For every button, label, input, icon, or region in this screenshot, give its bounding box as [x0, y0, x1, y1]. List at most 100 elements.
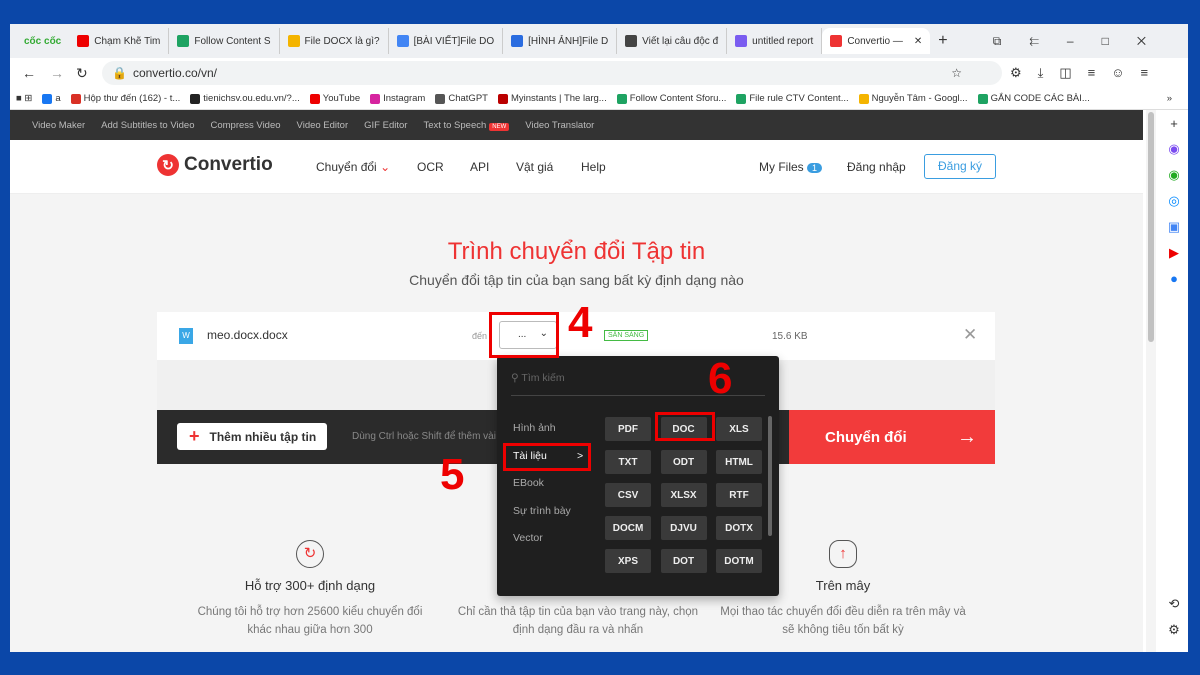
format-option[interactable]: DOCM [605, 516, 651, 540]
page-scrollbar[interactable] [1146, 110, 1156, 652]
game-icon[interactable]: ◉ [1168, 167, 1179, 183]
convert-button[interactable]: Chuyển đổi → [789, 410, 995, 464]
history-icon[interactable]: ⟲ [1169, 596, 1180, 612]
nav-my-files[interactable]: My Files 1 [759, 160, 823, 174]
format-option[interactable]: DJVU [660, 516, 707, 540]
apps-icon[interactable]: ■ ⊞ [16, 93, 32, 104]
format-option[interactable]: DOT [660, 549, 707, 573]
nav-api[interactable]: API [470, 160, 489, 174]
dropdown-scrollbar[interactable] [768, 416, 772, 536]
to-label: đến [472, 331, 488, 341]
browser-tab[interactable]: Chạm Khẽ Tim [69, 28, 170, 54]
format-option[interactable]: XPS [605, 549, 651, 573]
youtube-icon[interactable]: ▶ [1169, 245, 1179, 261]
toolbar-link[interactable]: Text to Speech NEW [423, 120, 510, 131]
format-option[interactable]: TXT [605, 450, 651, 474]
browser-tab[interactable]: Follow Content S [169, 28, 280, 54]
settings-icon[interactable]: ⚙ [1168, 622, 1180, 638]
format-option[interactable]: RTF [716, 483, 762, 507]
toolbar-link[interactable]: Video Translator [525, 120, 594, 131]
bookmark-item[interactable]: GẮN CODE CÁC BÀI... [977, 93, 1090, 104]
search-placeholder: Tìm kiếm [521, 372, 565, 384]
back-icon[interactable]: ← [22, 65, 36, 81]
tab-favicon-icon [177, 35, 190, 47]
bookmark-item[interactable]: YouTube [309, 93, 360, 104]
reload-icon[interactable]: ↻ [76, 65, 88, 82]
format-option[interactable]: PDF [605, 417, 651, 441]
category-item[interactable]: Vector [513, 532, 543, 544]
browser-tab[interactable]: untitled report [727, 28, 823, 54]
convertio-page: Video Maker Add Subtitles to Video Compres… [10, 110, 1143, 652]
close-tab-icon[interactable]: ✕ [914, 36, 922, 47]
format-option[interactable]: ODT [660, 450, 707, 474]
add-icon[interactable]: + [1170, 116, 1178, 131]
zalo-icon[interactable]: ◎ [1168, 193, 1179, 209]
toolbar-link[interactable]: Video Editor [297, 120, 349, 131]
browser-logo[interactable]: cốc cốc [16, 28, 69, 54]
toolbar-link[interactable]: Compress Video [210, 120, 280, 131]
browser-tab[interactable]: Viết lại câu độc đ [617, 28, 728, 54]
browser-tab[interactable]: [BÀI VIẾT]File DO [389, 28, 504, 54]
tab-title: Chạm Khẽ Tim [94, 35, 161, 47]
add-more-files-button[interactable]: + Thêm nhiều tập tin [177, 423, 327, 450]
bookmark-favicon-icon [435, 93, 446, 104]
annotation-box-6 [655, 412, 715, 441]
bookmark-item[interactable]: ChatGPT [435, 93, 488, 104]
bookmark-item[interactable]: a [42, 93, 61, 104]
bookmark-item[interactable]: Nguyễn Tâm - Googl... [858, 93, 968, 104]
bookmark-label: a [55, 93, 61, 104]
format-option[interactable]: HTML [716, 450, 762, 474]
convertio-logo[interactable]: ↻ Convertio [157, 154, 273, 176]
bookmark-item[interactable]: File rule CTV Content... [736, 93, 849, 104]
tab-title: File DOCX là gì? [304, 35, 380, 47]
format-option[interactable]: XLS [716, 417, 762, 441]
toolbar-link[interactable]: Add Subtitles to Video [101, 120, 194, 131]
url-input[interactable]: 🔒 convertio.co/vn/ ☆ [102, 61, 1002, 85]
browser-sidebar: + ◉ ◉ ◎ ▣ ▶ ● ⟲ ⚙ [1160, 110, 1188, 652]
star-icon[interactable]: ☆ [951, 66, 962, 80]
format-option[interactable]: DOTX [716, 516, 762, 540]
toolbar-link[interactable]: GIF Editor [364, 120, 407, 131]
category-item[interactable]: Sự trình bày [513, 505, 571, 517]
bookmark-favicon-icon [977, 93, 988, 104]
format-option[interactable]: DOTM [716, 549, 762, 573]
browser-tab[interactable]: File DOCX là gì? [280, 28, 389, 54]
address-bar-row: ← → ↻ 🔒 convertio.co/vn/ ☆ ⚙⤓◫≡☺≡ [10, 58, 1188, 88]
bookmark-item[interactable]: tienichsv.ou.edu.vn/?... [190, 93, 300, 104]
bookmark-label: tienichsv.ou.edu.vn/?... [203, 93, 300, 104]
nav-convert[interactable]: Chuyển đổi ⌄ [316, 160, 390, 174]
window-controls[interactable]: ⧉⇇–□✕ [993, 34, 1174, 49]
tab-title: untitled report [752, 35, 814, 47]
browser-tab[interactable]: [HÌNH ẢNH]File D [503, 28, 618, 54]
nav-login[interactable]: Đăng nhập [847, 160, 906, 174]
forward-icon[interactable]: → [50, 65, 64, 81]
new-tab-button[interactable]: + [938, 32, 947, 50]
nav-ocr[interactable]: OCR [417, 160, 444, 174]
signup-button[interactable]: Đăng ký [924, 154, 996, 179]
toolbar-link-label: Add Subtitles to Video [101, 119, 195, 131]
category-item[interactable]: EBook [513, 477, 544, 489]
translate-icon[interactable]: ▣ [1168, 219, 1180, 235]
more-bookmarks-icon[interactable]: » [1167, 93, 1172, 104]
category-label: Vector [513, 532, 543, 544]
remove-file-icon[interactable]: ✕ [963, 325, 977, 345]
messenger-icon[interactable]: ◉ [1168, 141, 1179, 157]
nav-help[interactable]: Help [581, 160, 606, 174]
format-option[interactable]: XLSX [660, 483, 707, 507]
bookmark-item[interactable]: Follow Content Sforu... [616, 93, 726, 104]
browser-tab[interactable]: Convertio — ✕ [822, 28, 931, 54]
nav-pricing[interactable]: Vật giá [516, 160, 553, 174]
facebook-icon[interactable]: ● [1170, 271, 1178, 286]
category-item[interactable]: Hình ảnh [513, 422, 556, 434]
bookmark-item[interactable]: Hộp thư đến (162) - t... [70, 93, 180, 104]
bookmark-item[interactable]: Instagram [370, 93, 425, 104]
toolbar-icons[interactable]: ⚙⤓◫≡☺≡ [1010, 65, 1164, 81]
toolbar-link[interactable]: Video Maker [32, 120, 85, 131]
bookmark-item[interactable]: Myinstants | The larg... [497, 93, 607, 104]
feature-formats: ↻ Hỗ trợ 300+ định dạng Chúng tôi hỗ trợ h… [185, 540, 435, 639]
annotation-number-5: 5 [440, 450, 465, 499]
add-more-label: Thêm nhiều tập tin [209, 429, 317, 444]
format-option[interactable]: CSV [605, 483, 651, 507]
my-files-label: My Files [759, 160, 804, 174]
refresh-icon: ↻ [296, 540, 324, 568]
